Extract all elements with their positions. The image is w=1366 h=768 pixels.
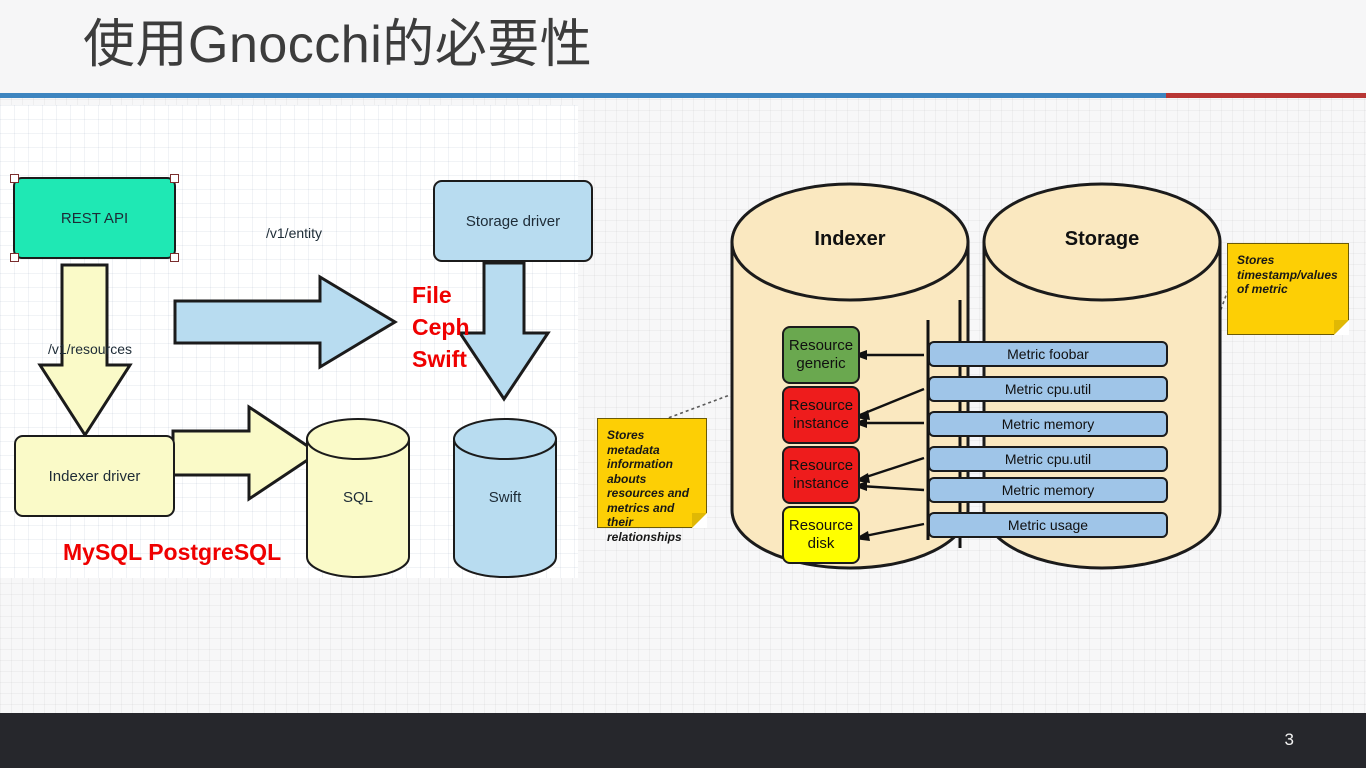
slide-header: 使用Gnocchi的必要性	[0, 0, 1366, 93]
slide-footer: 3	[0, 713, 1366, 768]
metric-bar-memory-1-label: Metric memory	[1001, 416, 1095, 432]
selection-handle-bl[interactable]	[10, 253, 19, 262]
resource-box-instance-1[interactable]: Resource instance	[782, 386, 860, 444]
edge-label-resources: /v1/resources	[48, 341, 133, 357]
resource-box-disk[interactable]: Resource disk	[782, 506, 860, 564]
indexer-to-sql-arrow	[171, 404, 321, 502]
metric-bar-memory-1[interactable]: Metric memory	[928, 411, 1168, 437]
node-storage-driver[interactable]: Storage driver	[433, 180, 593, 262]
resource-box-generic-line1: Resource	[788, 337, 854, 354]
metric-bar-usage[interactable]: Metric usage	[928, 512, 1168, 538]
edge-label-entity: /v1/entity	[266, 225, 323, 241]
divider-red-segment	[1166, 93, 1366, 98]
metric-bar-foobar-label: Metric foobar	[1007, 346, 1089, 362]
node-indexer-driver[interactable]: Indexer driver	[14, 435, 175, 517]
metric-bar-cpuutil-1[interactable]: Metric cpu.util	[928, 376, 1168, 402]
metric-bar-memory-2[interactable]: Metric memory	[928, 477, 1168, 503]
node-indexer-driver-label: Indexer driver	[48, 467, 141, 485]
metric-bar-memory-2-label: Metric memory	[1001, 482, 1095, 498]
resource-box-instance-1-line1: Resource	[788, 397, 854, 414]
page-title: 使用Gnocchi的必要性	[83, 16, 593, 74]
slide-canvas: 使用Gnocchi的必要性 REST API Storage driver In…	[0, 0, 1366, 768]
resource-box-instance-1-line2: instance	[793, 415, 849, 432]
resource-box-generic[interactable]: Resource generic	[782, 326, 860, 384]
sticky-note-indexer-text: Stores metadata information abouts resou…	[607, 428, 690, 544]
left-architecture-diagram: REST API Storage driver Indexer driver /…	[0, 105, 593, 579]
node-storage-driver-label: Storage driver	[465, 212, 561, 230]
arrow-cpuutil1-to-instance1	[859, 387, 925, 417]
divider-blue-segment	[0, 93, 1166, 98]
selection-handle-tl[interactable]	[10, 174, 19, 183]
sticky-note-storage[interactable]: Stores timestamp/values of metric	[1227, 243, 1349, 335]
sticky-fold-corner	[692, 513, 707, 528]
title-divider	[0, 93, 1366, 98]
annotation-storage-backend-file: File	[412, 282, 452, 308]
annotation-indexer-backends: MySQL PostgreSQL	[63, 539, 282, 565]
arrow-usage-to-disk	[859, 522, 925, 539]
metric-bar-usage-label: Metric usage	[1007, 517, 1089, 533]
resource-box-instance-2-line1: Resource	[788, 457, 854, 474]
cylinder-swift[interactable]: Swift	[452, 417, 558, 579]
node-rest-api-label: REST API	[60, 209, 129, 227]
node-rest-api[interactable]: REST API	[10, 174, 179, 262]
selection-handle-tr[interactable]	[170, 174, 179, 183]
entity-arrow	[173, 274, 398, 370]
resource-box-generic-line2: generic	[796, 355, 846, 372]
resource-box-disk-line1: Resource	[788, 517, 854, 534]
storage-to-swift-arrow	[457, 261, 551, 402]
resource-box-instance-2-line2: instance	[793, 475, 849, 492]
sticky-note-storage-text: Stores timestamp/values of metric	[1237, 253, 1338, 296]
metric-bar-cpuutil-1-label: Metric cpu.util	[1004, 381, 1092, 397]
resource-box-instance-2[interactable]: Resource instance	[782, 446, 860, 504]
annotation-storage-backend-swift: Swift	[412, 346, 467, 372]
annotation-storage-backend-ceph: Ceph	[412, 314, 470, 340]
arrow-cpuutil2-to-instance2	[859, 456, 925, 481]
selection-handle-br[interactable]	[170, 253, 179, 262]
page-number: 3	[1284, 730, 1294, 749]
cylinder-sql-label: SQL	[342, 489, 373, 506]
right-storage-diagram: Indexer Storage Resource generic Resourc…	[720, 180, 1222, 580]
resource-box-disk-line2: disk	[807, 535, 835, 552]
arrow-memory2-to-instance2	[859, 484, 925, 492]
sticky-note-indexer[interactable]: Stores metadata information abouts resou…	[597, 418, 707, 544]
metric-bar-cpuutil-2[interactable]: Metric cpu.util	[928, 446, 1168, 472]
cylinder-sql[interactable]: SQL	[305, 417, 411, 579]
sticky-fold-corner-2	[1334, 320, 1349, 335]
metric-bar-cpuutil-2-label: Metric cpu.util	[1004, 451, 1092, 467]
metric-bar-foobar[interactable]: Metric foobar	[928, 341, 1168, 367]
cylinder-swift-label: Swift	[488, 489, 522, 506]
